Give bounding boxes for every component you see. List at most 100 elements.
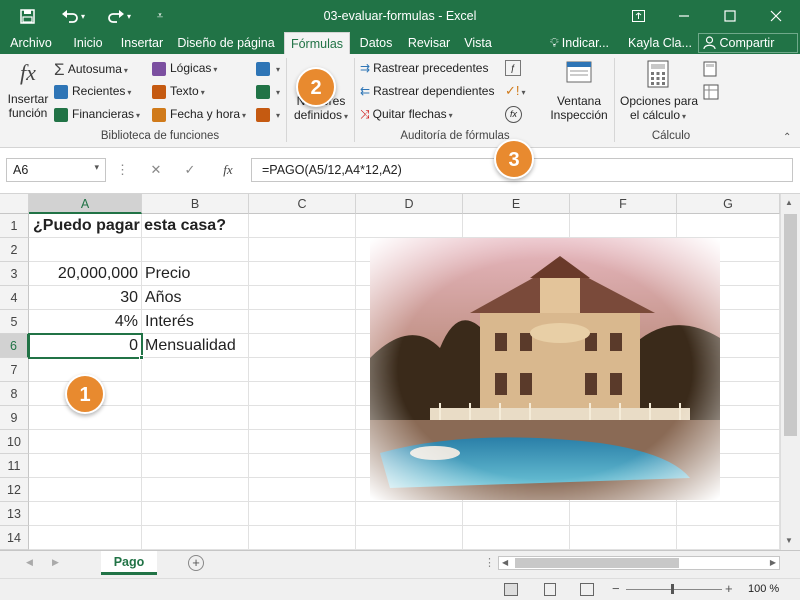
- user-name[interactable]: Kayla Cla...: [628, 32, 692, 54]
- normal-view-icon[interactable]: [504, 583, 518, 596]
- col-header-f[interactable]: F: [570, 194, 677, 214]
- calculator-icon: [620, 60, 696, 94]
- zoom-slider-thumb[interactable]: [671, 584, 674, 594]
- row-header[interactable]: 3: [0, 262, 29, 286]
- row-header[interactable]: 7: [0, 358, 29, 382]
- col-header-a[interactable]: A: [29, 194, 142, 214]
- add-sheet-icon[interactable]: +: [188, 555, 204, 571]
- row-header[interactable]: 10: [0, 430, 29, 454]
- text-book-icon: [152, 84, 166, 99]
- row-header[interactable]: 6: [0, 334, 29, 358]
- calc-options-button[interactable]: Opciones para el cálculo ▾: [620, 60, 698, 122]
- col-header-g[interactable]: G: [677, 194, 780, 214]
- calculate-sheet-icon[interactable]: [703, 84, 719, 103]
- insert-function-button[interactable]: fx Insertar función: [6, 58, 50, 120]
- row-header[interactable]: 8: [0, 382, 29, 406]
- watch-window-button[interactable]: Ventana Inspección: [546, 60, 612, 122]
- col-header-d[interactable]: D: [356, 194, 463, 214]
- enter-icon[interactable]: ✓: [176, 158, 204, 182]
- cell-a3[interactable]: 20,000,000: [30, 262, 141, 286]
- name-box[interactable]: A6 ▾: [6, 158, 106, 182]
- show-formulas-button[interactable]: ƒ: [505, 60, 521, 76]
- fill-handle[interactable]: [139, 355, 144, 360]
- remove-arrows-button[interactable]: ⤨ Quitar flechas ▾: [360, 107, 453, 122]
- trace-dependents-button[interactable]: ⇇ Rastrear dependientes: [360, 84, 494, 98]
- col-header-c[interactable]: C: [249, 194, 356, 214]
- zoom-slider[interactable]: [626, 584, 722, 594]
- row-header[interactable]: 11: [0, 454, 29, 478]
- save-icon[interactable]: [14, 0, 40, 32]
- cell-b5[interactable]: Interés: [142, 310, 197, 334]
- row-header[interactable]: 4: [0, 286, 29, 310]
- tab-vista[interactable]: Vista: [460, 32, 496, 54]
- tab-diseno-pagina[interactable]: Diseño de página: [174, 32, 278, 54]
- error-checking-button[interactable]: ✓! ▾: [505, 83, 526, 99]
- autosum-button[interactable]: Σ Autosuma ▾: [54, 60, 128, 80]
- cancel-icon[interactable]: ✕: [142, 158, 170, 182]
- row-header[interactable]: 14: [0, 526, 29, 550]
- tab-inicio[interactable]: Inicio: [66, 32, 110, 54]
- tell-me-search[interactable]: 💡︎ Indicar...: [550, 32, 609, 54]
- scroll-right-icon[interactable]: ▶: [770, 557, 776, 569]
- scroll-left-icon[interactable]: ◀: [502, 557, 508, 569]
- evaluate-formula-button[interactable]: fx: [505, 106, 522, 123]
- math-functions-button[interactable]: ▾: [256, 84, 280, 99]
- collapse-ribbon-icon[interactable]: ⌃: [783, 132, 791, 143]
- share-button[interactable]: Compartir: [698, 33, 798, 53]
- col-header-e[interactable]: E: [463, 194, 570, 214]
- datetime-functions-button[interactable]: Fecha y hora ▾: [152, 107, 246, 122]
- prev-sheet-icon[interactable]: ◀: [26, 557, 33, 568]
- vertical-scrollbar[interactable]: ▲ ▼: [780, 194, 800, 550]
- cell-b4[interactable]: Años: [142, 286, 184, 310]
- select-all-corner[interactable]: [0, 194, 29, 214]
- row-header[interactable]: 13: [0, 502, 29, 526]
- zoom-out-icon[interactable]: −: [612, 581, 620, 596]
- sheet-tabs-splitter[interactable]: ⋮: [484, 556, 495, 569]
- row-header[interactable]: 1: [0, 214, 29, 238]
- page-break-view-icon[interactable]: [580, 583, 594, 596]
- restore-icon[interactable]: [710, 0, 750, 32]
- logical-functions-button[interactable]: Lógicas ▾: [152, 61, 217, 76]
- tab-archivo[interactable]: Archivo: [4, 32, 58, 54]
- page-layout-view-icon[interactable]: [544, 583, 556, 596]
- customize-qat-icon[interactable]: ⩡: [150, 0, 170, 32]
- undo-icon[interactable]: ▾: [58, 0, 88, 32]
- more-functions-button[interactable]: ▾: [256, 107, 280, 122]
- ribbon-display-icon[interactable]: [618, 0, 658, 32]
- redo-icon[interactable]: ▾: [104, 0, 134, 32]
- insert-function-icon[interactable]: fx: [212, 158, 244, 182]
- next-sheet-icon[interactable]: ▶: [52, 557, 59, 568]
- minimize-icon[interactable]: [664, 0, 704, 32]
- cell-b6[interactable]: Mensualidad: [142, 334, 239, 358]
- scroll-thumb[interactable]: [784, 214, 797, 436]
- row-header[interactable]: 12: [0, 478, 29, 502]
- house-photo[interactable]: [370, 238, 720, 500]
- horizontal-scrollbar[interactable]: ◀ ▶: [498, 556, 780, 570]
- cell-a5[interactable]: 4%: [30, 310, 141, 334]
- lookup-functions-button[interactable]: ▾: [256, 61, 280, 76]
- sheet-tab-pago[interactable]: Pago: [101, 551, 157, 575]
- tab-insertar[interactable]: Insertar: [116, 32, 168, 54]
- zoom-level[interactable]: 100 %: [748, 583, 779, 595]
- close-icon[interactable]: [756, 0, 796, 32]
- row-header[interactable]: 2: [0, 238, 29, 262]
- tab-revisar[interactable]: Revisar: [404, 32, 454, 54]
- chevron-down-icon: ▾: [94, 162, 99, 172]
- scroll-up-icon[interactable]: ▲: [785, 198, 793, 207]
- financial-functions-button[interactable]: Financieras ▾: [54, 107, 140, 122]
- row-header[interactable]: 5: [0, 310, 29, 334]
- cell-b3[interactable]: Precio: [142, 262, 193, 286]
- scroll-down-icon[interactable]: ▼: [785, 536, 793, 545]
- h-scroll-thumb[interactable]: [515, 558, 679, 568]
- row-header[interactable]: 9: [0, 406, 29, 430]
- tab-datos[interactable]: Datos: [356, 32, 396, 54]
- col-header-b[interactable]: B: [142, 194, 249, 214]
- zoom-in-icon[interactable]: +: [725, 581, 733, 596]
- tab-formulas[interactable]: Fórmulas: [284, 32, 350, 54]
- calculate-now-icon[interactable]: [703, 61, 717, 80]
- cell-a4[interactable]: 30: [30, 286, 141, 310]
- recent-functions-button[interactable]: Recientes ▾: [54, 84, 131, 99]
- trace-precedents-button[interactable]: ⇉ Rastrear precedentes: [360, 61, 488, 75]
- cell-a1[interactable]: ¿Puedo pagar esta casa?: [30, 214, 229, 238]
- text-functions-button[interactable]: Texto ▾: [152, 84, 205, 99]
